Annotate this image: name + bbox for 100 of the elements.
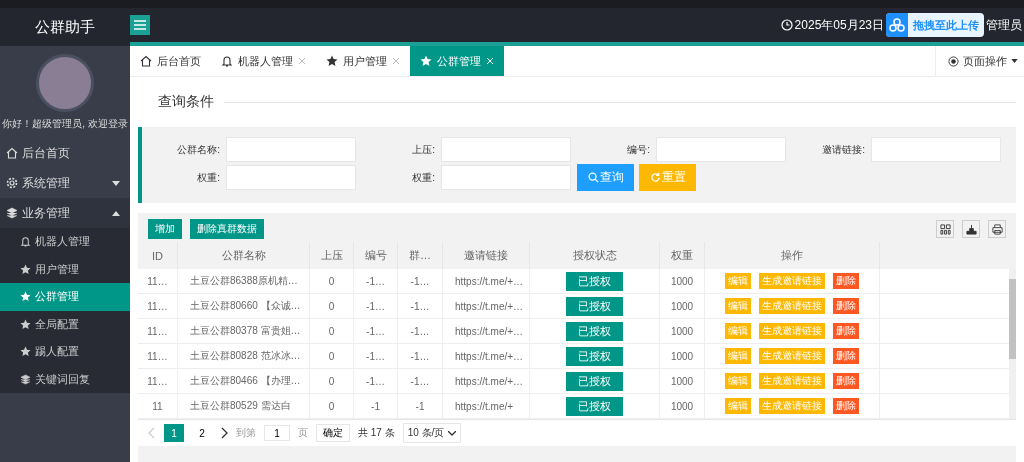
table-cell: 0 <box>310 294 354 318</box>
table-cell: 土豆公群80529 需达白 <box>178 394 310 418</box>
table-cell: -1… <box>354 344 398 368</box>
search-button[interactable]: 查询 <box>577 164 634 191</box>
page-button[interactable]: 1 <box>164 424 184 442</box>
gear-icon <box>6 177 18 189</box>
column-header: 上压 <box>310 242 354 269</box>
tab[interactable]: 机器人管理 <box>211 46 316 76</box>
delete-button[interactable]: 删除 <box>833 398 859 414</box>
star-icon <box>20 318 31 330</box>
field-label: 上压: <box>411 142 435 157</box>
home-icon <box>6 147 18 159</box>
print-icon[interactable] <box>988 220 1006 238</box>
table-cell: -1… <box>398 344 443 368</box>
delete-data-button[interactable]: 删除真群数据 <box>190 219 264 239</box>
star-icon <box>20 291 31 303</box>
table-cell: -1… <box>398 369 443 393</box>
star-icon <box>326 55 338 67</box>
sidebar-item[interactable]: 后台首页 <box>0 138 130 168</box>
sidebar-subitem[interactable]: 踢人配置 <box>0 338 130 366</box>
sidebar-subitem[interactable]: 机器人管理 <box>0 228 130 256</box>
column-header: 权重 <box>660 242 705 269</box>
column-header: 授权状态 <box>530 242 660 269</box>
field-label: 权重: <box>196 170 220 185</box>
delete-button[interactable]: 删除 <box>833 273 859 289</box>
user-menu[interactable]: 管理员 <box>986 16 1024 34</box>
tab[interactable]: 后台首页 <box>130 46 211 76</box>
status-tag: 已授权 <box>566 346 623 366</box>
table-cell: -1… <box>398 319 443 343</box>
input-field[interactable] <box>656 137 786 162</box>
sidebar-subitem[interactable]: 用户管理 <box>0 255 130 283</box>
star-icon <box>20 263 31 275</box>
status-tag: 已授权 <box>566 271 623 291</box>
table-cell: https://t.me/+… <box>443 344 530 368</box>
sidebar-subitem[interactable]: 关键词回复 <box>0 365 130 393</box>
table-cell: 11… <box>138 369 178 393</box>
table-cell: 1000 <box>660 319 705 343</box>
star-icon <box>20 346 31 358</box>
caret-icon <box>448 430 457 436</box>
table-cell: 1000 <box>660 369 705 393</box>
table-cell: 土豆公群80378 富贵姐… <box>178 319 310 343</box>
sidebar-subitem[interactable]: 全局配置 <box>0 310 130 338</box>
table-cell: 土豆公群80466 【办理… <box>178 369 310 393</box>
table-cell: -1 <box>354 394 398 418</box>
delete-button[interactable]: 删除 <box>833 373 859 389</box>
table-cell: 土豆公群86388原机精… <box>178 269 310 293</box>
table-cell: 0 <box>310 319 354 343</box>
table-cell: https://t.me/+… <box>443 294 530 318</box>
sidebar-subitem[interactable]: 公群管理 <box>0 283 130 311</box>
add-button[interactable]: 增加 <box>148 219 182 239</box>
section-title: 查询条件 <box>158 93 214 111</box>
bell-icon <box>20 236 31 248</box>
radio-icon <box>948 55 959 67</box>
column-header: 编号 <box>354 242 398 269</box>
upload-widget[interactable]: 拖拽至此上传 <box>886 13 984 37</box>
status-tag: 已授权 <box>566 396 623 416</box>
page-size-select[interactable]: 10 条/页 <box>402 423 462 443</box>
close-icon[interactable] <box>392 57 400 65</box>
table-cell: 11… <box>138 269 178 293</box>
input-field[interactable] <box>226 165 356 190</box>
caret-icon <box>1011 59 1018 63</box>
table-cell: 11… <box>138 319 178 343</box>
layers-icon <box>20 373 31 385</box>
column-header: 邀请链接 <box>443 242 530 269</box>
columns-icon[interactable] <box>936 220 954 238</box>
status-tag: 已授权 <box>566 296 623 316</box>
input-field[interactable] <box>441 165 571 190</box>
table-cell: 11… <box>138 344 178 368</box>
table-cell: 0 <box>310 269 354 293</box>
next-page-icon[interactable] <box>220 427 228 439</box>
delete-button[interactable]: 删除 <box>833 348 859 364</box>
total-count: 共 17 条 <box>358 426 395 440</box>
tab[interactable]: 公群管理 <box>410 46 504 76</box>
table-cell: -1… <box>398 269 443 293</box>
delete-button[interactable]: 删除 <box>833 323 859 339</box>
table-cell: https://t.me/+… <box>443 369 530 393</box>
greeting-text: 你好！超级管理员, 欢迎登录 <box>1 118 129 130</box>
page-input[interactable]: 1 <box>264 425 290 441</box>
scrollbar[interactable] <box>1009 269 1016 419</box>
export-icon[interactable] <box>962 220 980 238</box>
input-field[interactable] <box>441 137 571 162</box>
page-unit-label: 页 <box>298 426 308 440</box>
menu-icon[interactable] <box>130 15 150 35</box>
input-field[interactable] <box>871 137 1001 162</box>
close-icon[interactable] <box>298 57 306 65</box>
page-actions-menu[interactable]: 页面操作 <box>935 46 1024 76</box>
table-cell: -1… <box>354 294 398 318</box>
table-cell: 1000 <box>660 269 705 293</box>
sidebar-item[interactable]: 系统管理 <box>0 168 130 198</box>
delete-button[interactable]: 删除 <box>833 298 859 314</box>
column-header: ID <box>138 242 178 269</box>
confirm-button[interactable]: 确定 <box>316 424 350 442</box>
field-label: 权重: <box>411 170 435 185</box>
sidebar-item[interactable]: 业务管理 <box>0 198 130 228</box>
column-header: 群… <box>398 242 443 269</box>
status-tag: 已授权 <box>566 321 623 341</box>
previous-page-icon[interactable] <box>148 427 156 439</box>
input-field[interactable] <box>226 137 356 162</box>
table-cell: https://t.me/+ <box>443 394 530 418</box>
tab[interactable]: 用户管理 <box>316 46 410 76</box>
